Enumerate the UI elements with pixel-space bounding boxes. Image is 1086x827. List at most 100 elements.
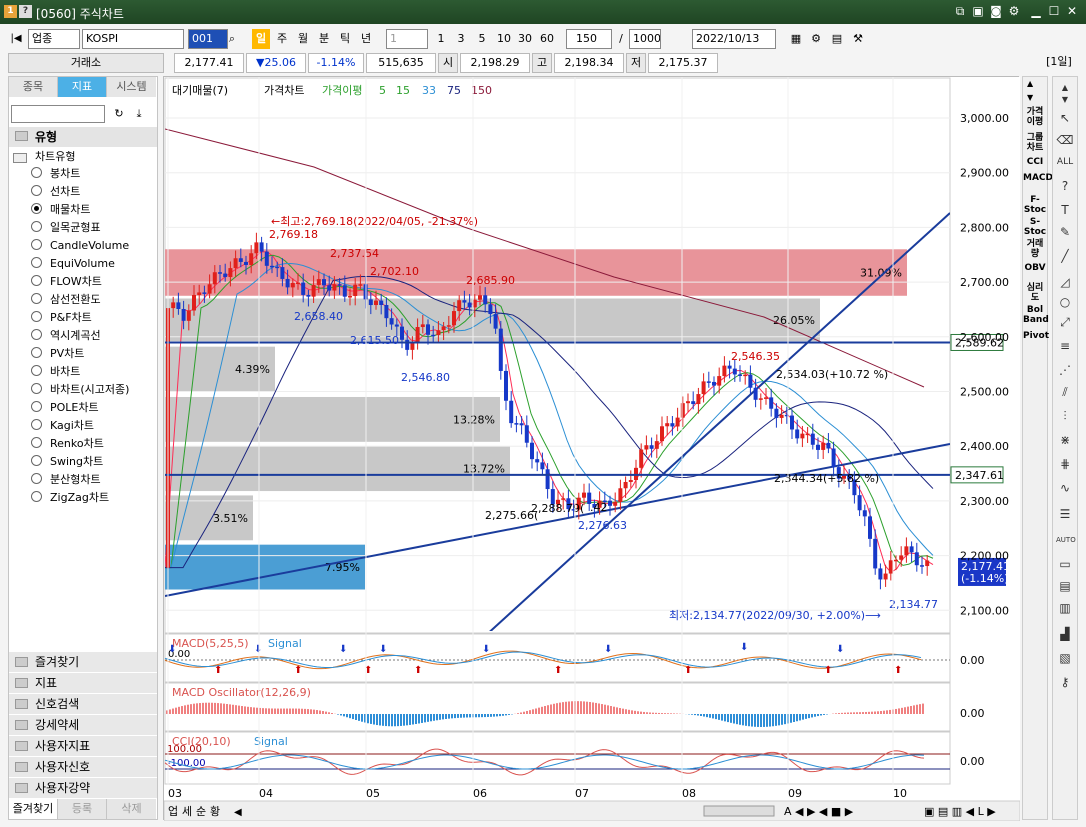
- period-tick[interactable]: 틱: [336, 29, 354, 49]
- minimize-icon[interactable]: ▁: [1028, 3, 1044, 19]
- bottom-button[interactable]: 순: [196, 805, 206, 818]
- indicator-tool-5[interactable]: S-Stoc: [1023, 217, 1047, 237]
- indicator-tool-2[interactable]: CCI: [1023, 157, 1047, 167]
- radio-icon[interactable]: [31, 401, 42, 412]
- pen-icon[interactable]: ✎: [1056, 223, 1074, 241]
- chart-type-17[interactable]: 분산형차트: [31, 471, 101, 489]
- cycle-icon[interactable]: ⫶: [1056, 407, 1074, 425]
- chart-type-subtitle[interactable]: 차트유형: [35, 148, 75, 166]
- interval-60[interactable]: 60: [537, 29, 557, 49]
- indicator-tool-6[interactable]: 거래량: [1023, 239, 1047, 259]
- scroll-down-icon[interactable]: ▼: [1027, 93, 1033, 102]
- radio-icon[interactable]: [31, 275, 42, 286]
- legend-price[interactable]: 가격차트: [264, 84, 304, 97]
- interval-3[interactable]: 3: [453, 29, 469, 49]
- line-icon[interactable]: ╱: [1056, 247, 1074, 265]
- legend-ma15[interactable]: 15: [396, 84, 410, 97]
- radio-icon[interactable]: [31, 437, 42, 448]
- chart-type-9[interactable]: 역시계곡선: [31, 327, 101, 345]
- tab-favorites[interactable]: 즐겨찾기: [9, 799, 58, 819]
- andrew-icon[interactable]: ⋕: [1056, 455, 1074, 473]
- radio-icon[interactable]: [31, 239, 42, 250]
- indicator-search-input[interactable]: [11, 105, 105, 123]
- interval-30[interactable]: 30: [515, 29, 535, 49]
- save-icon[interactable]: ▣: [970, 3, 986, 19]
- bottom-button[interactable]: 황: [210, 805, 220, 818]
- bottom-button[interactable]: 업: [168, 805, 178, 818]
- section-1[interactable]: 지표: [9, 673, 157, 693]
- radio-icon[interactable]: [31, 311, 42, 322]
- camera-icon[interactable]: ◙: [988, 3, 1004, 19]
- zoom-slider[interactable]: [703, 805, 775, 817]
- section-4[interactable]: 사용자지표: [9, 736, 157, 756]
- chart-type-8[interactable]: P&F차트: [31, 309, 92, 327]
- chart-type-10[interactable]: PV차트: [31, 345, 84, 363]
- count-input[interactable]: 150: [566, 29, 612, 49]
- tab-system[interactable]: 시스템: [107, 77, 156, 97]
- market-select[interactable]: 업종: [28, 29, 80, 49]
- legend-vol[interactable]: 대기매물(7): [172, 84, 228, 97]
- index-name-select[interactable]: KOSPI: [82, 29, 184, 49]
- doc-icon[interactable]: ▧: [1056, 649, 1074, 667]
- indicator-tool-9[interactable]: Bol Band: [1023, 305, 1049, 325]
- interval-5[interactable]: 5: [474, 29, 490, 49]
- bottom-button[interactable]: 세: [182, 805, 192, 818]
- section-2[interactable]: 신호검색: [9, 694, 157, 714]
- chart-type-11[interactable]: 바차트: [31, 363, 80, 381]
- indicator-tool-8[interactable]: 심리도: [1023, 283, 1047, 303]
- radio-icon[interactable]: [31, 329, 42, 340]
- radio-icon[interactable]: [31, 455, 42, 466]
- legend-ma150[interactable]: 150: [471, 84, 492, 97]
- interval-select[interactable]: 1: [386, 29, 428, 49]
- radio-icon[interactable]: [31, 185, 42, 196]
- radio-icon[interactable]: [31, 257, 42, 268]
- pointer-icon[interactable]: ↖: [1056, 109, 1074, 127]
- window-icon[interactable]: ▭: [1056, 555, 1074, 573]
- chart-type-14[interactable]: Kagi차트: [31, 417, 94, 435]
- chart-type-13[interactable]: POLE차트: [31, 399, 99, 417]
- interval-1[interactable]: 1: [433, 29, 449, 49]
- period-month[interactable]: 월: [294, 29, 312, 49]
- chart-type-12[interactable]: 바차트(시고저종): [31, 381, 129, 399]
- chart-type-16[interactable]: Swing차트: [31, 453, 103, 471]
- chart-type-4[interactable]: CandleVolume: [31, 237, 129, 255]
- legend-ma5[interactable]: 5: [379, 84, 386, 97]
- search-icon[interactable]: ⌕: [222, 29, 242, 49]
- scroll-up-icon[interactable]: ▲: [1027, 79, 1033, 88]
- chart-area[interactable]: 31.09% 26.05% 4.39% 13.28% 13.72% 3.51% 7.95% …: [163, 76, 1021, 822]
- print-icon[interactable]: ▤: [829, 29, 845, 49]
- section-6[interactable]: 사용자강약: [9, 778, 157, 798]
- fibo-icon[interactable]: ☰: [1056, 505, 1074, 523]
- legend-ma75[interactable]: 75: [447, 84, 461, 97]
- trend-icon[interactable]: ⤢: [1056, 313, 1074, 331]
- indicator-tool-10[interactable]: Pivot: [1023, 331, 1049, 341]
- help-icon[interactable]: ?: [19, 5, 32, 18]
- circle-icon[interactable]: ○: [1056, 293, 1074, 311]
- chart-type-18[interactable]: ZigZag차트: [31, 489, 109, 507]
- date-select[interactable]: 2022/10/13: [692, 29, 776, 49]
- radio-icon[interactable]: [31, 365, 42, 376]
- radio-icon[interactable]: [31, 221, 42, 232]
- channel-icon[interactable]: ⫽: [1056, 383, 1074, 401]
- tab-indicator[interactable]: 지표: [58, 77, 107, 97]
- maximize-icon[interactable]: ☐: [1046, 3, 1062, 19]
- radio-icon[interactable]: [31, 419, 42, 430]
- tools-icon[interactable]: ⚒: [850, 29, 866, 49]
- total-input[interactable]: 1000: [629, 29, 661, 49]
- section-type-title[interactable]: 유형: [9, 127, 157, 147]
- radio-icon[interactable]: [31, 383, 42, 394]
- chart-type-0[interactable]: 봉차트: [31, 165, 80, 183]
- scroll-left-icon[interactable]: ◀: [234, 807, 242, 818]
- period-year[interactable]: 년: [357, 29, 375, 49]
- bar-chart-icon[interactable]: ▟: [1056, 625, 1074, 643]
- fan-icon[interactable]: ⋰: [1056, 361, 1074, 379]
- legend-ma[interactable]: 가격이평: [322, 84, 362, 97]
- chart-type-5[interactable]: EquiVolume: [31, 255, 115, 273]
- tab-register[interactable]: 등록: [58, 799, 107, 819]
- link-icon[interactable]: ⧉: [952, 3, 968, 19]
- indicator-tool-7[interactable]: OBV: [1023, 263, 1047, 273]
- close-icon[interactable]: ✕: [1064, 3, 1080, 19]
- chart-type-2[interactable]: 매물차트: [31, 201, 90, 219]
- equal-icon[interactable]: ≡: [1056, 337, 1074, 355]
- chart-type-3[interactable]: 일목균형표: [31, 219, 101, 237]
